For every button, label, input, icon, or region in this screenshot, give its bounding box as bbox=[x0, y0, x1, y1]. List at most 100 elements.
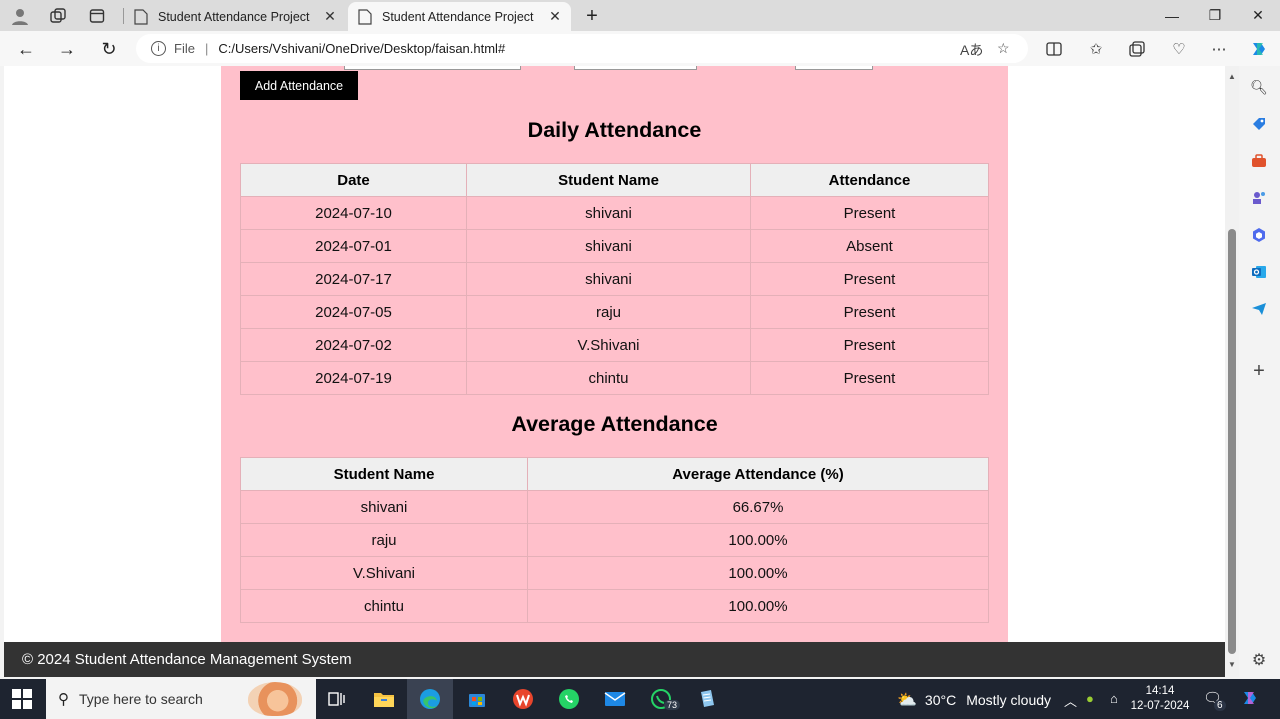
whatsapp-icon[interactable] bbox=[555, 685, 583, 713]
date-input[interactable] bbox=[344, 66, 521, 70]
whatsapp-business-icon[interactable]: 73 bbox=[647, 685, 681, 713]
cell-student-name: shivani bbox=[466, 196, 751, 230]
cell-student-name: raju bbox=[466, 295, 751, 329]
search-icon[interactable]: 🔍︎ bbox=[1248, 76, 1270, 98]
new-tab-button[interactable]: + bbox=[580, 4, 604, 28]
tab-actions-icon[interactable] bbox=[86, 5, 108, 27]
cell-date: 2024-07-05 bbox=[240, 295, 467, 329]
back-button[interactable]: ← bbox=[13, 36, 39, 62]
games-chess-icon[interactable] bbox=[1248, 187, 1270, 209]
table-row: 2024-07-17 shivani Present bbox=[240, 262, 989, 296]
attendance-container: Add Attendance Daily Attendance Date Stu… bbox=[221, 66, 1008, 642]
send-paper-plane-icon[interactable] bbox=[1248, 298, 1270, 320]
cell-attendance: Present bbox=[750, 328, 989, 362]
search-highlight-shell-icon[interactable] bbox=[248, 682, 302, 716]
tab-student-attendance-2[interactable]: Student Attendance Project ✕ bbox=[348, 2, 571, 31]
weather-widget[interactable]: ⛅ 30°C Mostly cloudy bbox=[897, 690, 1051, 710]
network-icon[interactable]: ⌂ bbox=[1110, 691, 1118, 706]
system-clock[interactable]: 14:14 12-07-2024 bbox=[1128, 684, 1192, 714]
scroll-up-arrow-icon[interactable]: ▲ bbox=[1225, 72, 1239, 81]
tray-app-icon[interactable]: ● bbox=[1086, 691, 1094, 706]
close-tab-icon[interactable]: ✕ bbox=[322, 8, 338, 24]
read-aloud-icon[interactable]: Aあ bbox=[960, 40, 983, 60]
close-tab-icon[interactable]: ✕ bbox=[547, 8, 563, 24]
file-explorer-icon[interactable] bbox=[370, 685, 398, 713]
tools-briefcase-icon[interactable] bbox=[1248, 150, 1270, 172]
cell-attendance: Absent bbox=[750, 229, 989, 263]
microsoft-store-icon[interactable] bbox=[463, 685, 491, 713]
page-icon bbox=[358, 8, 372, 25]
outlook-icon[interactable] bbox=[1248, 261, 1270, 283]
cell-student-name: chintu bbox=[466, 361, 751, 395]
microsoft-365-icon[interactable] bbox=[1248, 224, 1270, 246]
browser-essentials-icon[interactable]: ♡ bbox=[1168, 38, 1190, 60]
page-footer: © 2024 Student Attendance Management Sys… bbox=[4, 642, 1225, 677]
favorite-star-icon[interactable]: ☆ bbox=[997, 40, 1010, 57]
workspaces-icon[interactable] bbox=[47, 5, 69, 27]
shopping-tag-icon[interactable] bbox=[1248, 113, 1270, 135]
table-row: 2024-07-10 shivani Present bbox=[240, 196, 989, 230]
cell-date: 2024-07-01 bbox=[240, 229, 467, 263]
cloudy-weather-icon: ⛅ bbox=[897, 692, 917, 709]
favorites-icon[interactable]: ✩ bbox=[1085, 38, 1107, 60]
address-bar[interactable]: i File | C:/Users/Vshivani/OneDrive/Desk… bbox=[136, 34, 1028, 63]
windows-start-icon[interactable] bbox=[12, 689, 32, 709]
collections-icon[interactable] bbox=[1126, 38, 1148, 60]
restore-button[interactable]: ❐ bbox=[1193, 0, 1237, 31]
cell-student-name: V.Shivani bbox=[466, 328, 751, 362]
table-row: shivani 66.67% bbox=[240, 490, 989, 524]
close-window-button[interactable]: ✕ bbox=[1236, 0, 1280, 31]
profile-icon[interactable] bbox=[9, 5, 31, 27]
page-viewport: Add Attendance Daily Attendance Date Stu… bbox=[4, 66, 1225, 677]
cell-student-name: shivani bbox=[466, 229, 751, 263]
wps-office-icon[interactable] bbox=[509, 685, 537, 713]
cell-attendance: Present bbox=[750, 262, 989, 296]
average-attendance-title: Average Attendance bbox=[511, 412, 718, 436]
address-divider: | bbox=[204, 41, 209, 56]
task-view-icon[interactable] bbox=[323, 685, 351, 713]
add-attendance-button[interactable]: Add Attendance bbox=[240, 71, 358, 100]
search-icon: ⚲ bbox=[58, 691, 69, 708]
settings-gear-icon[interactable]: ⚙ bbox=[1248, 649, 1270, 671]
cell-student-name: shivani bbox=[240, 490, 528, 524]
cell-date: 2024-07-10 bbox=[240, 196, 467, 230]
notepad-icon[interactable] bbox=[693, 685, 721, 713]
table-row: raju 100.00% bbox=[240, 523, 989, 557]
show-hidden-icons-chevron-icon[interactable]: ︿ bbox=[1064, 691, 1077, 710]
scheme-label: File bbox=[174, 41, 195, 56]
copilot-taskbar-icon[interactable] bbox=[1240, 688, 1260, 711]
table-header-row: Student Name Average Attendance (%) bbox=[240, 457, 989, 491]
browser-toolbar: ← → ↻ i File | C:/Users/Vshivani/OneDriv… bbox=[0, 31, 1280, 66]
cell-student-name: raju bbox=[240, 523, 528, 557]
copilot-icon[interactable] bbox=[1248, 38, 1270, 60]
cell-average: 100.00% bbox=[527, 523, 989, 557]
minimize-button[interactable]: — bbox=[1150, 0, 1194, 31]
table-row: 2024-07-01 shivani Absent bbox=[240, 229, 989, 263]
split-screen-icon[interactable] bbox=[1043, 38, 1065, 60]
table-row: chintu 100.00% bbox=[240, 589, 989, 623]
url-text[interactable]: C:/Users/Vshivani/OneDrive/Desktop/faisa… bbox=[218, 41, 505, 56]
forward-button[interactable]: → bbox=[54, 36, 80, 62]
mail-icon[interactable] bbox=[601, 685, 629, 713]
cell-student-name: V.Shivani bbox=[240, 556, 528, 590]
daily-attendance-table: Date Student Name Attendance 2024-07-10 … bbox=[240, 163, 989, 395]
more-options-icon[interactable]: ⋯ bbox=[1208, 38, 1230, 60]
add-sidebar-app-icon[interactable]: + bbox=[1248, 360, 1270, 382]
tab-title: Student Attendance Project bbox=[382, 9, 534, 24]
tab-title: Student Attendance Project bbox=[158, 9, 310, 24]
scroll-down-arrow-icon[interactable]: ▼ bbox=[1225, 660, 1239, 669]
daily-attendance-title: Daily Attendance bbox=[527, 118, 702, 142]
column-header-student-name: Student Name bbox=[466, 163, 751, 197]
info-icon[interactable]: i bbox=[151, 41, 166, 56]
notification-count-badge: 6 bbox=[1214, 700, 1226, 711]
page-scrollbar[interactable]: ▲ ▼ bbox=[1225, 66, 1239, 677]
search-placeholder: Type here to search bbox=[79, 691, 203, 707]
average-attendance-table: Student Name Average Attendance (%) shiv… bbox=[240, 457, 989, 623]
cell-student-name: shivani bbox=[466, 262, 751, 296]
attendance-select[interactable] bbox=[795, 66, 873, 70]
tab-student-attendance-1[interactable]: Student Attendance Project ✕ bbox=[124, 2, 346, 31]
microsoft-edge-icon[interactable] bbox=[416, 685, 444, 713]
refresh-button[interactable]: ↻ bbox=[96, 36, 122, 62]
scrollbar-thumb[interactable] bbox=[1228, 229, 1236, 654]
student-name-input[interactable] bbox=[574, 66, 697, 70]
